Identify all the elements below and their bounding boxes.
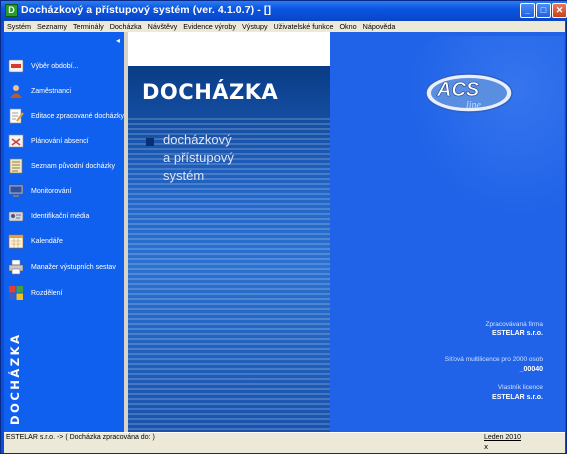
bullet-square-icon xyxy=(146,138,154,146)
sidebar-item-label: Monitorování xyxy=(31,187,72,195)
menu-outputs[interactable]: Výstupy xyxy=(239,21,271,32)
acs-line-logo: ACS line xyxy=(425,73,513,113)
logo-text: ACS xyxy=(436,79,480,101)
logo-subtext: line xyxy=(466,100,482,111)
banner-title: DOCHÁZKA xyxy=(142,80,279,104)
menu-bar: Systém Seznamy Terminály Docházka Návště… xyxy=(4,21,565,32)
sidebar-item-label: Editace zpracované docházky xyxy=(31,112,124,120)
sidebar-item-label: Seznam původní docházky xyxy=(31,162,116,170)
center-banner-panel: DOCHÁZKA docházkový a přístupový systém xyxy=(128,32,330,432)
status-period-link[interactable]: Leden 2010 xyxy=(484,434,521,441)
sidebar-item-label: Rozdělení xyxy=(31,289,63,297)
maximize-button[interactable]: □ xyxy=(536,3,551,18)
sidebar-item-layout[interactable]: Rozdělení xyxy=(8,284,120,302)
menu-user-functions[interactable]: Uživatelské funkce xyxy=(271,21,337,32)
license-label: Síťová multilicence pro 2000 osob xyxy=(444,356,543,363)
right-info-panel: ACS line Zpracovávaná firma ESTELAR s.r.… xyxy=(330,32,565,432)
sidebar-item-monitoring[interactable]: Monitorování xyxy=(8,182,120,200)
menu-window[interactable]: Okno xyxy=(336,21,359,32)
menu-help[interactable]: Nápověda xyxy=(360,21,399,32)
sidebar-item-employees[interactable]: Zaměstnanci xyxy=(8,82,120,100)
owner-value: ESTELAR s.r.o. xyxy=(492,394,543,401)
minimize-button[interactable]: _ xyxy=(520,3,535,18)
status-bar: ESTELAR s.r.o. -> ( Docházka zpracována … xyxy=(4,432,565,444)
menu-terminals[interactable]: Terminály xyxy=(70,21,107,32)
background-glow xyxy=(408,36,564,216)
calendar-icon xyxy=(8,234,24,249)
sidebar-item-label: Kalendáře xyxy=(31,237,63,245)
collapse-sidebar-icon[interactable]: ◂ xyxy=(116,36,120,45)
id-card-icon xyxy=(8,211,24,222)
window-title: Docházkový a přístupový systém (ver. 4.1… xyxy=(21,4,272,16)
sidebar-brand-text: DOCHÁZKA xyxy=(8,335,22,425)
edit-sheet-icon xyxy=(9,108,24,124)
status-x-marker: x xyxy=(484,443,489,451)
absence-plan-icon xyxy=(8,134,24,148)
banner-stripes xyxy=(128,118,330,432)
printer-icon xyxy=(8,259,24,275)
sidebar-item-label: Identifikační média xyxy=(31,212,90,220)
sidebar-item-original-attendance[interactable]: Seznam původní docházky xyxy=(8,157,120,175)
monitor-icon xyxy=(8,184,24,197)
sidebar-item-label: Manažer výstupních sestav xyxy=(31,263,116,271)
sidebar-item-label: Zaměstnanci xyxy=(31,87,72,95)
menu-visits[interactable]: Návštěvy xyxy=(145,21,181,32)
list-icon xyxy=(9,158,23,174)
sidebar-item-period[interactable]: Výběr období... xyxy=(8,57,120,75)
calendar-range-icon xyxy=(8,59,24,73)
app-icon[interactable]: D xyxy=(5,4,18,17)
sidebar-item-id-media[interactable]: Identifikační média xyxy=(8,207,120,225)
banner-line-3: systém xyxy=(163,168,205,183)
title-bar[interactable]: D Docházkový a přístupový systém (ver. 4… xyxy=(1,1,567,21)
menu-attendance[interactable]: Docházka xyxy=(107,21,145,32)
banner-line-1: docházkový xyxy=(163,132,232,147)
status-company: ESTELAR s.r.o. -> ( Docházka zpracována … xyxy=(6,434,155,441)
application-window: D Docházkový a přístupový systém (ver. 4… xyxy=(0,0,567,454)
windows-icon xyxy=(9,286,23,300)
person-icon xyxy=(10,85,22,98)
sidebar-item-absence-planning[interactable]: Plánování absencí xyxy=(8,132,120,150)
close-button[interactable]: ✕ xyxy=(552,3,567,18)
menu-system[interactable]: Systém xyxy=(4,21,34,32)
company-value: ESTELAR s.r.o. xyxy=(492,330,543,337)
menu-lists[interactable]: Seznamy xyxy=(34,21,70,32)
client-area: ◂ Výběr období... Zaměstnanci Editace zp… xyxy=(4,32,565,432)
sidebar-item-calendars[interactable]: Kalendáře xyxy=(8,232,120,250)
sidebar: ◂ Výběr období... Zaměstnanci Editace zp… xyxy=(4,32,124,432)
sidebar-item-label: Výběr období... xyxy=(31,62,79,70)
sidebar-item-edit-attendance[interactable]: Editace zpracované docházky xyxy=(8,107,124,125)
sidebar-brand-logo: DOCHÁZKA xyxy=(8,335,22,425)
status-bar-lower: x xyxy=(4,443,565,453)
company-label: Zpracovávaná firma xyxy=(485,321,543,328)
banner-line-2: a přístupový xyxy=(163,150,234,165)
sidebar-item-label: Plánování absencí xyxy=(31,137,89,145)
sidebar-item-report-manager[interactable]: Manažer výstupních sestav xyxy=(8,258,120,276)
owner-label: Vlastník licence xyxy=(497,384,543,391)
license-value: _00040 xyxy=(519,366,543,373)
menu-production[interactable]: Evidence výroby xyxy=(180,21,239,32)
